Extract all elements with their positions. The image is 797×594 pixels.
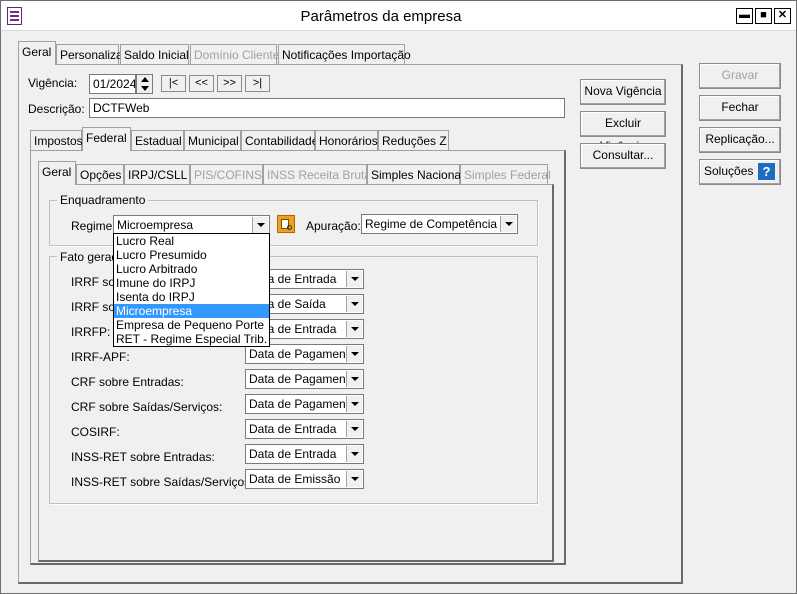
chevron-down-icon[interactable] [500, 216, 516, 232]
solucoes-label: Soluções [704, 164, 754, 178]
close-button[interactable]: ✕ [774, 8, 791, 24]
inner-tab-geral[interactable]: Geral [38, 161, 76, 185]
vigencia-input[interactable]: 01/2024 [89, 74, 136, 94]
chevron-down-icon[interactable] [346, 421, 362, 437]
fato-row-label: INSS-RET sobre Entradas: [71, 450, 215, 464]
solucoes-button[interactable]: Soluções ? [699, 159, 781, 185]
chevron-down-icon[interactable] [346, 321, 362, 337]
fato-row-value: Data de Entrada [249, 447, 337, 461]
fato-row-value: Data de Pagamento [249, 397, 356, 411]
descricao-input[interactable]: DCTFWeb [89, 98, 565, 118]
chevron-down-icon[interactable] [252, 217, 268, 233]
first-record-button[interactable]: |< [161, 75, 186, 92]
inner-tab-pis-cofins[interactable]: PIS/COFINS [190, 164, 263, 185]
inner-tab-simples-federal[interactable]: Simples Federal [460, 164, 551, 185]
regime-option[interactable]: Isenta do IRPJ [114, 290, 269, 304]
fato-row-value: Data de Pagamento [249, 372, 356, 386]
regime-option[interactable]: RET - Regime Especial Trib. [114, 332, 269, 346]
chevron-down-icon[interactable] [346, 346, 362, 362]
fato-row-label: INSS-RET sobre Saídas/Serviços: [71, 475, 254, 489]
regime-option[interactable]: Imune do IRPJ [114, 276, 269, 290]
tab-estadual[interactable]: Estadual [131, 130, 184, 151]
chevron-down-icon[interactable] [346, 446, 362, 462]
maximize-button[interactable]: ■ [755, 8, 772, 24]
descricao-label: Descrição: [28, 102, 85, 116]
tab-federal[interactable]: Federal [82, 127, 131, 151]
inner-tab-opcoes[interactable]: Opções [76, 164, 124, 185]
tab-reducoes-z[interactable]: Reduções Z [378, 130, 449, 151]
fato-row-label: IRRF-APF: [71, 350, 130, 364]
fato-row-value: Data de Emissão [249, 472, 341, 486]
next-record-button[interactable]: >> [217, 75, 242, 92]
chevron-down-icon[interactable] [346, 471, 362, 487]
gravar-button[interactable]: Gravar [699, 63, 781, 89]
regime-label: Regime: [71, 219, 116, 233]
fato-row-select[interactable]: Data de Pagamento [245, 344, 364, 364]
regime-selected-value: Microempresa [117, 218, 194, 232]
regime-option[interactable]: Lucro Real [114, 234, 269, 248]
spin-down-icon[interactable] [141, 86, 149, 91]
regime-select[interactable]: Microempresa [113, 215, 270, 235]
chevron-down-icon[interactable] [346, 371, 362, 387]
apuracao-label: Apuração: [306, 219, 361, 233]
top-tab-strip: Geral Personaliza Saldo Inicial Domínio … [18, 41, 418, 65]
enquadramento-title: Enquadramento [57, 193, 149, 207]
minimize-button[interactable]: ▬ [736, 8, 753, 24]
fato-row-value: Data de Entrada [249, 422, 337, 436]
chevron-down-icon[interactable] [346, 396, 362, 412]
tab-personaliza[interactable]: Personaliza [56, 44, 123, 65]
fato-row-select[interactable]: Data de Pagamento [245, 369, 364, 389]
regime-option[interactable]: Lucro Presumido [114, 248, 269, 262]
regime-option[interactable]: Lucro Arbitrado [114, 262, 269, 276]
regime-dropdown-list: Lucro Real Lucro Presumido Lucro Arbitra… [113, 233, 270, 347]
nova-vigencia-button[interactable]: Nova Vigência [580, 79, 666, 105]
tab-municipal[interactable]: Municipal [184, 130, 241, 151]
consultar-button[interactable]: Consultar... [580, 143, 666, 169]
tab-geral[interactable]: Geral [18, 41, 56, 65]
fato-row-select[interactable]: Data de Entrada [245, 419, 364, 439]
tab-honorarios[interactable]: Honorários [315, 130, 378, 151]
window-title: Parâmetros da empresa [300, 8, 462, 25]
apuracao-selected-value: Regime de Competência [365, 217, 498, 231]
tab-notificacoes-importacao[interactable]: Notificações Importação [278, 44, 411, 65]
fato-row-select[interactable]: Data de Pagamento [245, 394, 364, 414]
inner-tab-simples-nacional[interactable]: Simples Nacional [367, 164, 464, 185]
excluir-vigencia-button[interactable]: Excluir Vigência [580, 111, 666, 153]
fato-row-label: CRF sobre Saídas/Serviços: [71, 400, 223, 414]
fato-row-select[interactable]: Data de Entrada [245, 444, 364, 464]
fato-row-label: COSIRF: [71, 425, 120, 439]
fato-row-label: IRRFP: [71, 325, 111, 339]
chevron-down-icon[interactable] [346, 296, 362, 312]
fato-row-value: Data de Pagamento [249, 347, 356, 361]
regime-lookup-icon[interactable] [277, 215, 295, 233]
inner-tab-inss-receita-bruta[interactable]: INSS Receita Bruta [263, 164, 371, 185]
regime-option-selected[interactable]: Microempresa [114, 304, 269, 318]
fato-row-select[interactable]: Data de Emissão [245, 469, 364, 489]
apuracao-select[interactable]: Regime de Competência [361, 214, 518, 234]
inner-tab-irpj-csll[interactable]: IRPJ/CSLL [124, 164, 190, 185]
last-record-button[interactable]: >| [245, 75, 270, 92]
tab-dominio-cliente[interactable]: Domínio Cliente [190, 44, 279, 65]
replicacao-button[interactable]: Replicação... [699, 127, 781, 153]
chevron-down-icon[interactable] [346, 271, 362, 287]
title-bar: Parâmetros da empresa ▬ ■ ✕ [1, 1, 796, 31]
fato-row-label: CRF sobre Entradas: [71, 375, 184, 389]
vigencia-label: Vigência: [28, 76, 78, 90]
tab-contabilidade[interactable]: Contabilidade [241, 130, 318, 151]
vigencia-spinner[interactable] [136, 74, 153, 94]
regime-option[interactable]: Empresa de Pequeno Porte [114, 318, 269, 332]
tab-impostos[interactable]: Impostos [30, 130, 83, 151]
tab-saldo-inicial[interactable]: Saldo Inicial [120, 44, 189, 65]
spin-up-icon[interactable] [141, 77, 149, 82]
fechar-button[interactable]: Fechar [699, 95, 781, 121]
previous-record-button[interactable]: << [189, 75, 214, 92]
help-icon: ? [758, 163, 775, 180]
